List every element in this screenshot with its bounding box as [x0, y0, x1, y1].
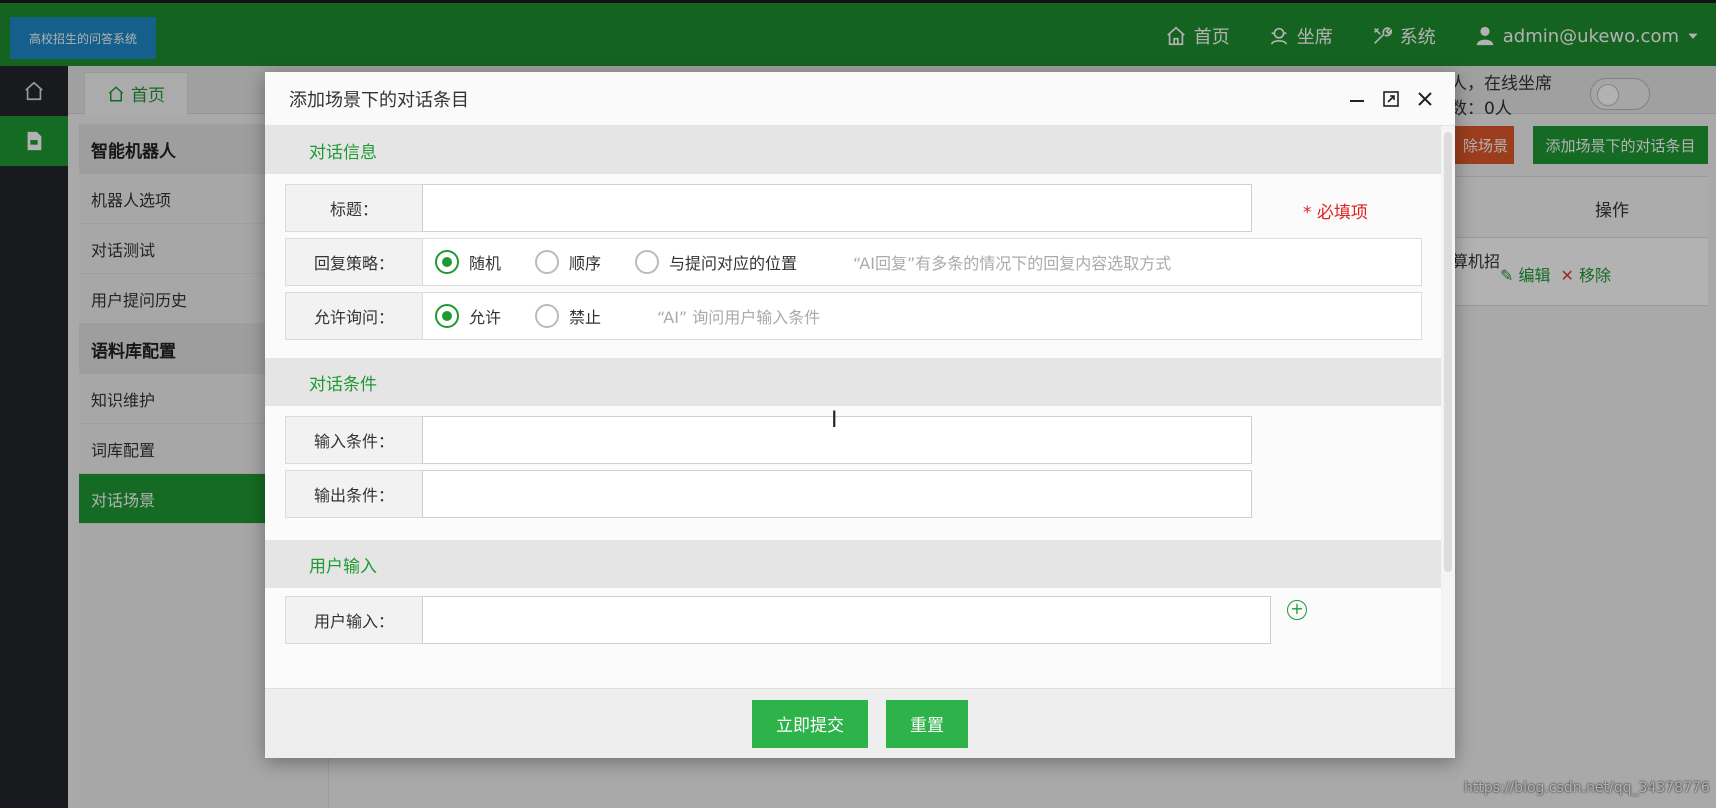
maximize-icon[interactable]	[1381, 89, 1401, 109]
row-output-condition: 输出条件：	[285, 470, 1441, 520]
user-input-field[interactable]	[422, 596, 1271, 644]
input-condition-label: 输入条件：	[285, 416, 423, 464]
reply-strategy-label: 回复策略：	[285, 238, 423, 286]
radio-allow-circle[interactable]	[435, 304, 459, 328]
allow-ask-group: 允许 禁止 “AI” 询问用户输入条件	[422, 292, 1422, 340]
text-cursor-icon: I	[831, 408, 838, 433]
row-reply-strategy: 回复策略： 随机 顺序 与提问对应的位置 “AI回复”有多条的情况下的回复内容选…	[285, 238, 1441, 288]
close-icon[interactable]	[1415, 89, 1435, 109]
radio-random[interactable]: 随机	[435, 250, 501, 274]
radio-random-circle[interactable]	[435, 250, 459, 274]
reset-button[interactable]: 重置	[886, 699, 968, 748]
submit-button[interactable]: 立即提交	[752, 699, 868, 748]
output-condition-label: 输出条件：	[285, 470, 423, 518]
row-input-condition: 输入条件：	[285, 416, 1441, 466]
title-input[interactable]	[422, 184, 1252, 232]
radio-allow-label: 允许	[469, 308, 502, 327]
radio-sequence[interactable]: 顺序	[535, 250, 601, 274]
output-condition-field[interactable]	[422, 470, 1252, 518]
modal-body: 对话信息 标题： * 必填项 回复策略： 随机 顺序 与提问对应的位置 “AI回…	[265, 126, 1441, 688]
radio-forbid-circle[interactable]	[535, 304, 560, 328]
reply-strategy-hint: “AI回复”有多条的情况下的回复内容选取方式	[853, 254, 1172, 273]
modal-footer: 立即提交 重置	[265, 688, 1455, 758]
title-label: 标题：	[285, 184, 423, 232]
radio-position-label: 与提问对应的位置	[669, 254, 798, 273]
radio-sequence-circle[interactable]	[535, 250, 560, 274]
row-user-input: 用户输入： +	[285, 596, 1441, 646]
radio-forbid-label: 禁止	[569, 308, 602, 327]
radio-random-label: 随机	[469, 254, 502, 273]
modal-title: 添加场景下的对话条目	[289, 89, 469, 111]
radio-forbid[interactable]: 禁止	[535, 304, 601, 328]
section-dialog-info: 对话信息	[265, 126, 1441, 174]
section-user-input: 用户输入	[265, 540, 1441, 588]
allow-ask-hint: “AI” 询问用户输入条件	[657, 308, 821, 327]
modal-scrollbar[interactable]	[1441, 126, 1455, 688]
dialog-modal: 添加场景下的对话条目 对话信息 标题： * 必填项 回复策略： 随机 顺序 与提…	[265, 72, 1455, 758]
radio-allow[interactable]: 允许	[435, 304, 501, 328]
user-input-label: 用户输入：	[285, 596, 423, 644]
required-hint: * 必填项	[1303, 203, 1368, 223]
reply-strategy-group: 随机 顺序 与提问对应的位置 “AI回复”有多条的情况下的回复内容选取方式	[422, 238, 1422, 286]
modal-controls	[1347, 72, 1435, 126]
modal-header: 添加场景下的对话条目	[265, 72, 1455, 126]
row-allow-ask: 允许询问： 允许 禁止 “AI” 询问用户输入条件	[285, 292, 1441, 342]
allow-ask-label: 允许询问：	[285, 292, 423, 340]
radio-position-circle[interactable]	[635, 250, 660, 274]
section-dialog-condition: 对话条件	[265, 358, 1441, 406]
minimize-icon[interactable]	[1347, 89, 1367, 109]
add-user-input-button[interactable]: +	[1287, 600, 1307, 620]
radio-position[interactable]: 与提问对应的位置	[635, 250, 797, 274]
scrollbar-thumb[interactable]	[1444, 132, 1452, 572]
row-title: 标题： * 必填项	[285, 184, 1441, 234]
radio-sequence-label: 顺序	[569, 254, 602, 273]
